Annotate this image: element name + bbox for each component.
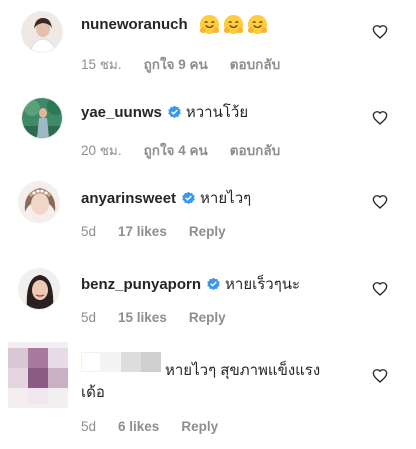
comment-body-continued: เด้อ bbox=[81, 380, 105, 404]
reply-button[interactable]: Reply bbox=[181, 419, 218, 434]
hugging-face-emoji-icon bbox=[223, 14, 243, 35]
heart-outline-icon[interactable] bbox=[372, 110, 388, 126]
comment-meta: 5d 6 likes Reply bbox=[81, 419, 240, 434]
comment-text: เด้อ bbox=[81, 384, 105, 401]
comment-time[interactable]: 20 ชม. bbox=[81, 139, 122, 161]
comment-text: หายไวๆ สุขภาพแข็งแรง bbox=[165, 362, 321, 379]
reply-button[interactable]: Reply bbox=[189, 310, 226, 325]
comment-text: หายเร็วๆนะ bbox=[225, 276, 301, 293]
comment-body: หายไวๆ สุขภาพแข็งแรง bbox=[165, 358, 320, 382]
comment-body: anyarinsweet หายไวๆ bbox=[81, 186, 251, 210]
comment-likes[interactable]: ถูกใจ 4 คน bbox=[144, 139, 208, 161]
comment-meta: 5d 15 likes Reply bbox=[81, 310, 248, 325]
comment-username[interactable]: nuneworanuch bbox=[81, 16, 188, 33]
comment-time[interactable]: 5d bbox=[81, 419, 96, 434]
avatar[interactable] bbox=[18, 181, 60, 223]
emoji-group bbox=[196, 14, 268, 35]
comment-time[interactable]: 5d bbox=[81, 310, 96, 325]
comment-body: yae_uunws หวานโว้ย bbox=[81, 100, 248, 124]
comment-username[interactable]: anyarinsweet bbox=[81, 190, 176, 207]
comment-likes[interactable]: ถูกใจ 9 คน bbox=[144, 53, 208, 75]
comment-username[interactable]: benz_punyaporn bbox=[81, 276, 201, 293]
avatar[interactable] bbox=[21, 97, 63, 139]
comment-text: หายไวๆ bbox=[200, 190, 252, 207]
comment-meta: 5d 17 likes Reply bbox=[81, 224, 248, 239]
comment-likes[interactable]: 17 likes bbox=[118, 224, 167, 239]
comment-body: nuneworanuch bbox=[81, 14, 268, 35]
comment-likes[interactable]: 15 likes bbox=[118, 310, 167, 325]
heart-outline-icon[interactable] bbox=[372, 194, 388, 210]
comment-time[interactable]: 5d bbox=[81, 224, 96, 239]
hugging-face-emoji-icon bbox=[199, 14, 219, 35]
comment-likes[interactable]: 6 likes bbox=[118, 419, 159, 434]
heart-outline-icon[interactable] bbox=[372, 368, 388, 384]
reply-button[interactable]: ตอบกลับ bbox=[230, 139, 280, 161]
verified-badge-icon bbox=[207, 277, 220, 290]
heart-outline-icon[interactable] bbox=[372, 281, 388, 297]
comment-body: benz_punyaporn หายเร็วๆนะ bbox=[81, 272, 300, 296]
comment-meta: 15 ชม. ถูกใจ 9 คน ตอบกลับ bbox=[81, 53, 302, 75]
pixelated-avatar[interactable] bbox=[8, 342, 68, 408]
hugging-face-emoji-icon bbox=[247, 14, 267, 35]
reply-button[interactable]: ตอบกลับ bbox=[230, 53, 280, 75]
avatar[interactable] bbox=[21, 11, 63, 53]
comment-username[interactable]: yae_uunws bbox=[81, 104, 162, 121]
avatar[interactable] bbox=[18, 268, 60, 310]
comment-time[interactable]: 15 ชม. bbox=[81, 53, 122, 75]
verified-badge-icon bbox=[168, 105, 181, 118]
heart-outline-icon[interactable] bbox=[372, 24, 388, 40]
comment-meta: 20 ชม. ถูกใจ 4 คน ตอบกลับ bbox=[81, 139, 302, 161]
verified-badge-icon bbox=[182, 191, 195, 204]
reply-button[interactable]: Reply bbox=[189, 224, 226, 239]
comment-text: หวานโว้ย bbox=[185, 104, 249, 121]
pixelated-username[interactable] bbox=[81, 352, 161, 372]
